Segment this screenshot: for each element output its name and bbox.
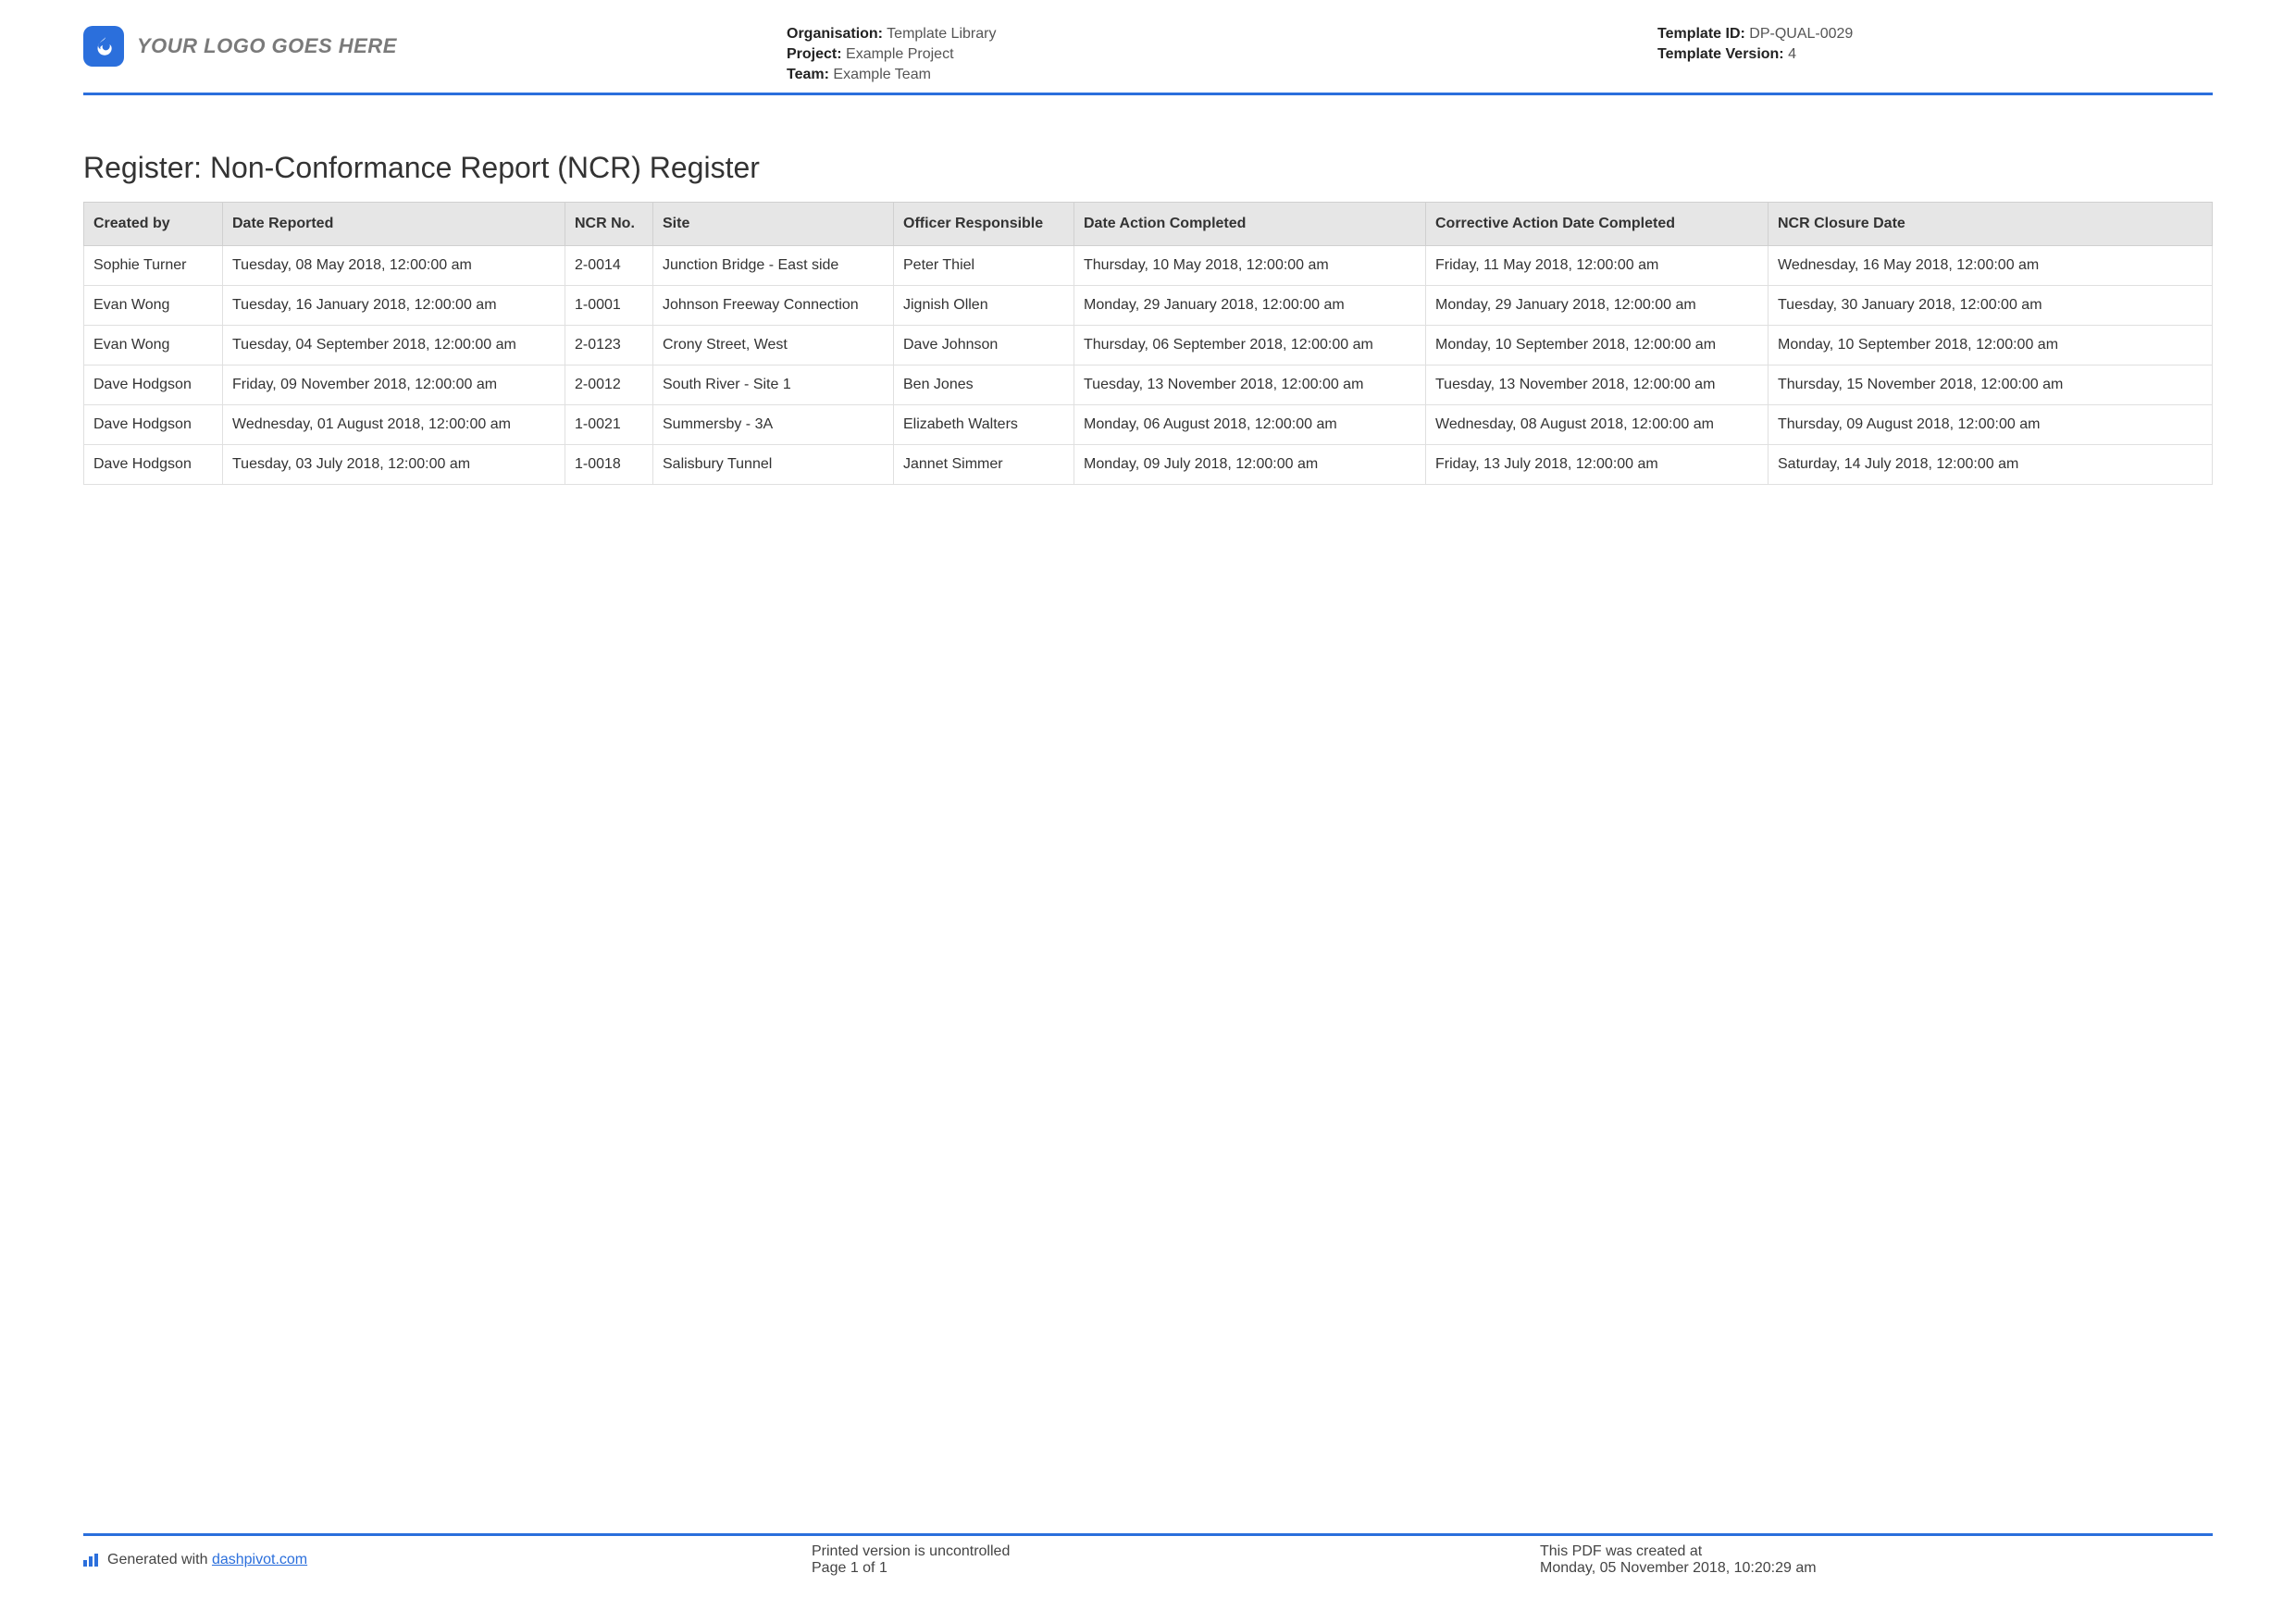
footer-page-line: Page 1 of 1 (812, 1560, 1484, 1577)
cell-ncr-no: 2-0014 (565, 246, 653, 286)
cell-created-by: Evan Wong (84, 326, 223, 365)
cell-created-by: Dave Hodgson (84, 405, 223, 445)
meta-organisation: Organisation: Template Library (787, 26, 1657, 43)
meta-label: Template Version: (1657, 46, 1784, 62)
cell-closure: Saturday, 14 July 2018, 12:00:00 am (1769, 445, 2213, 485)
cell-corrective: Friday, 11 May 2018, 12:00:00 am (1426, 246, 1769, 286)
cell-officer: Dave Johnson (894, 326, 1074, 365)
cell-closure: Thursday, 09 August 2018, 12:00:00 am (1769, 405, 2213, 445)
col-corrective: Corrective Action Date Completed (1426, 203, 1769, 246)
meta-template-version: Template Version: 4 (1657, 46, 2213, 63)
meta-project: Project: Example Project (787, 46, 1657, 63)
cell-corrective: Monday, 10 September 2018, 12:00:00 am (1426, 326, 1769, 365)
document-footer: Generated with dashpivot.com Printed ver… (83, 1533, 2213, 1577)
footer-printed-line: Printed version is uncontrolled (812, 1543, 1484, 1560)
table-row: Evan WongTuesday, 04 September 2018, 12:… (84, 326, 2213, 365)
document-page: YOUR LOGO GOES HERE Organisation: Templa… (0, 0, 2296, 1623)
logo-icon (83, 26, 124, 67)
cell-date-reported: Friday, 09 November 2018, 12:00:00 am (223, 365, 565, 405)
cell-corrective: Wednesday, 08 August 2018, 12:00:00 am (1426, 405, 1769, 445)
cell-site: Salisbury Tunnel (653, 445, 894, 485)
logo-area: YOUR LOGO GOES HERE (83, 26, 731, 67)
table-row: Dave HodgsonTuesday, 03 July 2018, 12:00… (84, 445, 2213, 485)
col-site: Site (653, 203, 894, 246)
document-header: YOUR LOGO GOES HERE Organisation: Templa… (83, 26, 2213, 95)
col-ncr-no: NCR No. (565, 203, 653, 246)
meta-value: Example Project (846, 46, 954, 62)
footer-center: Printed version is uncontrolled Page 1 o… (756, 1543, 1484, 1577)
meta-label: Template ID: (1657, 26, 1745, 42)
cell-date-reported: Tuesday, 03 July 2018, 12:00:00 am (223, 445, 565, 485)
cell-date-action: Thursday, 10 May 2018, 12:00:00 am (1074, 246, 1426, 286)
cell-date-reported: Tuesday, 04 September 2018, 12:00:00 am (223, 326, 565, 365)
bar-chart-icon (83, 1554, 100, 1567)
cell-ncr-no: 1-0021 (565, 405, 653, 445)
footer-right: This PDF was created at Monday, 05 Novem… (1484, 1543, 2213, 1577)
cell-closure: Tuesday, 30 January 2018, 12:00:00 am (1769, 286, 2213, 326)
footer-link[interactable]: dashpivot.com (212, 1552, 307, 1567)
cell-created-by: Dave Hodgson (84, 365, 223, 405)
footer-generated: Generated with dashpivot.com (107, 1552, 307, 1568)
meta-team: Team: Example Team (787, 67, 1657, 83)
table-row: Dave HodgsonWednesday, 01 August 2018, 1… (84, 405, 2213, 445)
header-meta-center: Organisation: Template Library Project: … (731, 26, 1657, 83)
cell-ncr-no: 1-0018 (565, 445, 653, 485)
col-date-reported: Date Reported (223, 203, 565, 246)
cell-site: Crony Street, West (653, 326, 894, 365)
cell-corrective: Tuesday, 13 November 2018, 12:00:00 am (1426, 365, 1769, 405)
cell-date-reported: Tuesday, 08 May 2018, 12:00:00 am (223, 246, 565, 286)
logo-text: YOUR LOGO GOES HERE (137, 34, 397, 58)
cell-ncr-no: 1-0001 (565, 286, 653, 326)
meta-template-id: Template ID: DP-QUAL-0029 (1657, 26, 2213, 43)
meta-label: Team: (787, 67, 829, 82)
ncr-register-table: Created by Date Reported NCR No. Site Of… (83, 202, 2213, 485)
header-meta-right: Template ID: DP-QUAL-0029 Template Versi… (1657, 26, 2213, 63)
cell-officer: Elizabeth Walters (894, 405, 1074, 445)
meta-value: 4 (1788, 46, 1796, 62)
cell-date-action: Monday, 09 July 2018, 12:00:00 am (1074, 445, 1426, 485)
cell-created-by: Dave Hodgson (84, 445, 223, 485)
footer-left: Generated with dashpivot.com (83, 1543, 756, 1577)
cell-created-by: Evan Wong (84, 286, 223, 326)
cell-ncr-no: 2-0012 (565, 365, 653, 405)
col-closure: NCR Closure Date (1769, 203, 2213, 246)
cell-site: Summersby - 3A (653, 405, 894, 445)
meta-label: Project: (787, 46, 842, 62)
table-row: Dave HodgsonFriday, 09 November 2018, 12… (84, 365, 2213, 405)
cell-officer: Jignish Ollen (894, 286, 1074, 326)
table-header-row: Created by Date Reported NCR No. Site Of… (84, 203, 2213, 246)
meta-value: DP-QUAL-0029 (1749, 26, 1853, 42)
cell-site: Junction Bridge - East side (653, 246, 894, 286)
cell-date-action: Thursday, 06 September 2018, 12:00:00 am (1074, 326, 1426, 365)
footer-created-at: Monday, 05 November 2018, 10:20:29 am (1540, 1560, 2213, 1577)
cell-officer: Peter Thiel (894, 246, 1074, 286)
cell-closure: Monday, 10 September 2018, 12:00:00 am (1769, 326, 2213, 365)
cell-officer: Ben Jones (894, 365, 1074, 405)
table-row: Sophie TurnerTuesday, 08 May 2018, 12:00… (84, 246, 2213, 286)
page-title: Register: Non-Conformance Report (NCR) R… (83, 151, 2213, 185)
meta-value: Example Team (833, 67, 931, 82)
cell-date-action: Monday, 06 August 2018, 12:00:00 am (1074, 405, 1426, 445)
cell-site: Johnson Freeway Connection (653, 286, 894, 326)
table-row: Evan WongTuesday, 16 January 2018, 12:00… (84, 286, 2213, 326)
col-officer: Officer Responsible (894, 203, 1074, 246)
cell-date-action: Tuesday, 13 November 2018, 12:00:00 am (1074, 365, 1426, 405)
footer-generated-prefix: Generated with (107, 1552, 212, 1567)
cell-officer: Jannet Simmer (894, 445, 1074, 485)
footer-created-line: This PDF was created at (1540, 1543, 2213, 1560)
cell-closure: Thursday, 15 November 2018, 12:00:00 am (1769, 365, 2213, 405)
cell-ncr-no: 2-0123 (565, 326, 653, 365)
cell-site: South River - Site 1 (653, 365, 894, 405)
cell-date-action: Monday, 29 January 2018, 12:00:00 am (1074, 286, 1426, 326)
cell-corrective: Friday, 13 July 2018, 12:00:00 am (1426, 445, 1769, 485)
col-created-by: Created by (84, 203, 223, 246)
col-date-action: Date Action Completed (1074, 203, 1426, 246)
meta-value: Template Library (887, 26, 996, 42)
cell-closure: Wednesday, 16 May 2018, 12:00:00 am (1769, 246, 2213, 286)
cell-created-by: Sophie Turner (84, 246, 223, 286)
meta-label: Organisation: (787, 26, 883, 42)
cell-date-reported: Wednesday, 01 August 2018, 12:00:00 am (223, 405, 565, 445)
cell-corrective: Monday, 29 January 2018, 12:00:00 am (1426, 286, 1769, 326)
cell-date-reported: Tuesday, 16 January 2018, 12:00:00 am (223, 286, 565, 326)
